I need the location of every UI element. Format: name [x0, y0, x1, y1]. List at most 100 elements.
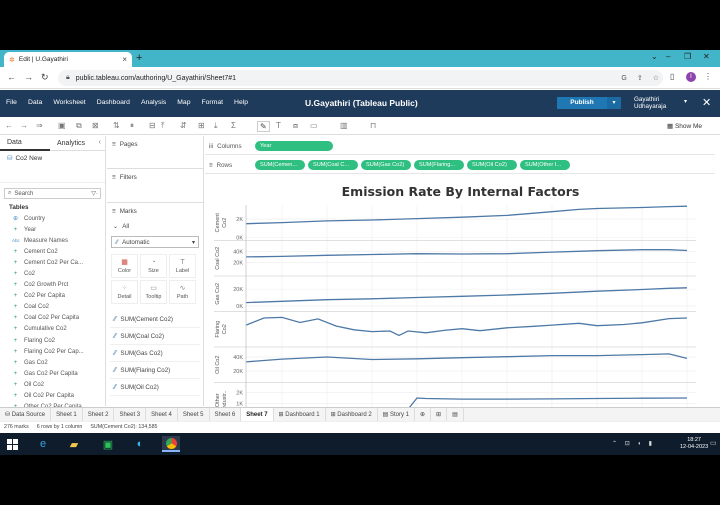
- detail-button[interactable]: ⁘ Detail: [111, 280, 138, 304]
- show-me-button[interactable]: ▦ Show Me: [667, 122, 702, 130]
- new-dashboard-icon[interactable]: ⊞: [431, 407, 448, 422]
- menu-help[interactable]: Help: [234, 99, 248, 106]
- sheet-tab[interactable]: Sheet 2: [83, 407, 115, 422]
- file-explorer-icon[interactable]: ▰: [65, 436, 83, 452]
- publish-button[interactable]: Publish: [557, 97, 607, 109]
- minimize-icon[interactable]: –: [666, 52, 670, 61]
- sidebar-icon[interactable]: ▯: [670, 72, 674, 81]
- sheet-tab[interactable]: Sheet 4: [146, 407, 178, 422]
- fit-icon[interactable]: ▭: [310, 121, 318, 130]
- chart-type-icon[interactable]: ▥: [340, 121, 348, 130]
- menu-dots-icon[interactable]: ⋮: [704, 72, 712, 81]
- sheet-tab[interactable]: Sheet 1: [51, 407, 83, 422]
- rows-pill[interactable]: SUM(Oil Co2): [467, 160, 517, 170]
- maximize-icon[interactable]: ❐: [684, 52, 691, 61]
- pages-card[interactable]: ≡ Pages: [107, 136, 203, 169]
- rows-pill[interactable]: SUM(Coal C...: [308, 160, 358, 170]
- sheet-tab[interactable]: Sheet 7: [241, 407, 274, 422]
- totals-icon[interactable]: Σ: [231, 121, 236, 130]
- share-icon[interactable]: ⇪: [637, 74, 643, 82]
- tab-data[interactable]: Data: [0, 136, 50, 151]
- swap-icon[interactable]: ⇅: [113, 121, 120, 130]
- url-field[interactable]: 🔒︎ public.tableau.com/authoring/U_Gayath…: [58, 70, 663, 86]
- menu-file[interactable]: File: [6, 99, 17, 106]
- browser-tab[interactable]: ✲ Edit | U.Gayathiri ×: [4, 52, 132, 67]
- replay-icon[interactable]: ⇒: [36, 121, 43, 130]
- extract-icon[interactable]: ⊟: [149, 121, 156, 130]
- undo-icon[interactable]: ←: [5, 121, 13, 130]
- forward-arrow-icon[interactable]: →: [24, 72, 33, 82]
- label-button[interactable]: T Label: [169, 254, 196, 278]
- highlight-icon[interactable]: ✎: [257, 121, 270, 132]
- field-item[interactable]: ⊕ Country: [0, 213, 105, 224]
- field-item[interactable]: + Co2 Per Capita: [0, 291, 105, 302]
- tooltip-button[interactable]: ▭ Tooltip: [140, 280, 167, 304]
- edge-icon[interactable]: ◐: [131, 436, 149, 452]
- rows-pill[interactable]: SUM(Other I...: [520, 160, 570, 170]
- marks-all-row[interactable]: ⌄ All: [110, 220, 200, 232]
- field-item[interactable]: + Coal Co2 Per Capita: [0, 313, 105, 324]
- mark-field-item[interactable]: ⁄⁄ SUM(Coal Co2): [110, 328, 200, 345]
- sheet-tab[interactable]: Sheet 3: [114, 407, 147, 422]
- close-editor-icon[interactable]: ✕: [702, 96, 711, 109]
- sheet-tab[interactable]: Sheet 6: [210, 407, 242, 422]
- system-tray-icons[interactable]: ⌃ ⊡ ◖ ▮: [612, 440, 655, 447]
- new-worksheet-icon[interactable]: ⊕: [415, 407, 432, 422]
- sort-desc-icon[interactable]: ⤓: [214, 121, 218, 131]
- field-search-input[interactable]: ⌕ Search ▽·: [4, 188, 101, 199]
- close-window-icon[interactable]: ✕: [703, 52, 710, 61]
- tab-analytics[interactable]: Analytics: [50, 140, 100, 147]
- field-item[interactable]: + Coal Co2: [0, 302, 105, 313]
- field-item[interactable]: + Flaring Co2 Per Cap...: [0, 346, 105, 357]
- menu-analysis[interactable]: Analysis: [141, 99, 166, 106]
- columns-shelf[interactable]: iii Columns Year: [205, 138, 715, 155]
- datasource-item[interactable]: ⛁ Co2 New: [0, 151, 105, 165]
- format-icon[interactable]: ⧈: [293, 121, 298, 131]
- field-item[interactable]: Abc Measure Names: [0, 235, 105, 246]
- rows-pill[interactable]: SUM(Cemen...: [255, 160, 305, 170]
- field-item[interactable]: + Year: [0, 224, 105, 235]
- field-item[interactable]: + Oil Co2 Per Capita: [0, 391, 105, 402]
- size-button[interactable]: ◔ Size: [140, 254, 167, 278]
- publish-options-chevron-icon[interactable]: ▾: [607, 97, 621, 109]
- menu-format[interactable]: Format: [202, 99, 224, 106]
- mark-field-item[interactable]: ⁄⁄ SUM(Flaring Co2): [110, 362, 200, 379]
- new-sheet-icon[interactable]: ▣: [58, 121, 66, 130]
- field-item[interactable]: + Cumulative Co2: [0, 324, 105, 335]
- sheet-tab[interactable]: Sheet 5: [178, 407, 210, 422]
- clock[interactable]: 18:27 12-04-2023: [680, 437, 708, 451]
- path-button[interactable]: ∿ Path: [169, 280, 196, 304]
- sheet-tab[interactable]: ⛁ Data Source: [0, 407, 52, 422]
- menu-data[interactable]: Data: [28, 99, 42, 106]
- field-item[interactable]: + Gas Co2: [0, 357, 105, 368]
- presentation-icon[interactable]: ⊓: [370, 121, 376, 130]
- field-item[interactable]: + Cement Co2: [0, 246, 105, 257]
- mark-field-item[interactable]: ⁄⁄ SUM(Oil Co2): [110, 379, 200, 396]
- user-name[interactable]: Gayathiri Udhayaraja: [634, 96, 666, 110]
- mark-field-item[interactable]: ⁄⁄ SUM(Gas Co2): [110, 345, 200, 362]
- sheet-tab[interactable]: ⊞ Dashboard 1: [274, 407, 326, 422]
- sort-icon[interactable]: ⇵: [180, 121, 187, 130]
- filter-icon[interactable]: ▽·: [91, 190, 98, 197]
- sheet-tab[interactable]: ▤ Story 1: [378, 407, 416, 422]
- chrome-icon[interactable]: [162, 436, 180, 452]
- back-arrow-icon[interactable]: ←: [7, 72, 16, 82]
- rows-pill[interactable]: SUM(Flaring...: [414, 160, 464, 170]
- user-menu-chevron-icon[interactable]: ▾: [684, 98, 687, 105]
- sheet-tab[interactable]: ⊞ Dashboard 2: [326, 407, 378, 422]
- mark-field-item[interactable]: ⁄⁄ SUM(Cement Co2): [110, 311, 200, 328]
- reload-icon[interactable]: ↻: [41, 72, 49, 83]
- field-item[interactable]: + Oil Co2: [0, 379, 105, 390]
- chevron-down-icon[interactable]: ⌄: [651, 52, 658, 61]
- rows-pill[interactable]: SUM(Gas Co2): [361, 160, 411, 170]
- field-item[interactable]: + Flaring Co2: [0, 335, 105, 346]
- new-story-icon[interactable]: ▤: [447, 407, 464, 422]
- field-item[interactable]: + Cement Co2 Per Ca...: [0, 257, 105, 268]
- field-item[interactable]: + Gas Co2 Per Capita: [0, 368, 105, 379]
- rows-shelf[interactable]: ≡ Rows SUM(Cemen... SUM(Coal C... SUM(Gas C…: [205, 157, 715, 174]
- color-button[interactable]: ▦ Color: [111, 254, 138, 278]
- collapse-pane-icon[interactable]: ‹: [99, 139, 101, 146]
- columns-pill-year[interactable]: Year: [255, 141, 333, 151]
- profile-avatar[interactable]: I: [686, 72, 696, 82]
- new-tab-button[interactable]: +: [136, 52, 142, 65]
